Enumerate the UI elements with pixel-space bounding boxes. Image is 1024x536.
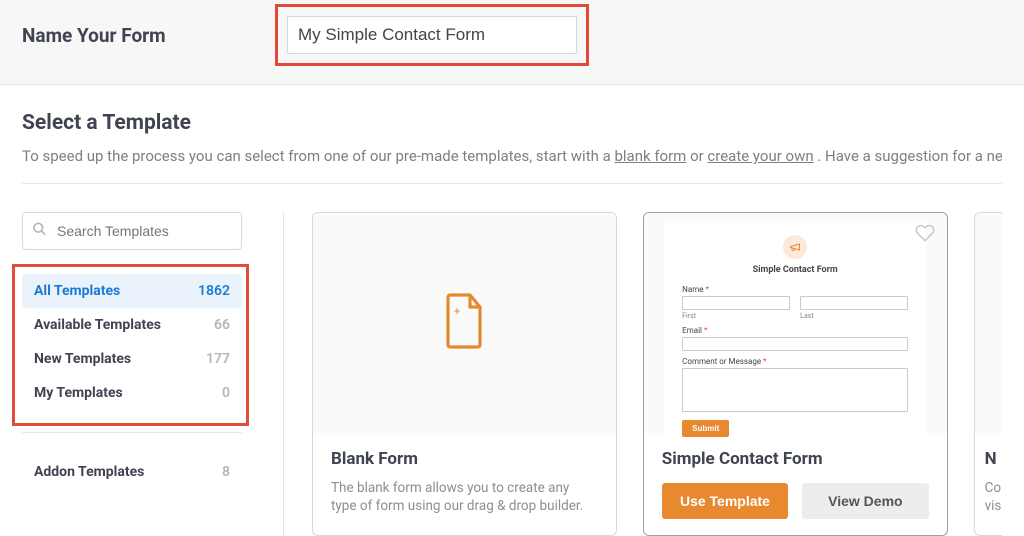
file-icon [440,291,488,355]
card-description: Co vis [985,479,998,515]
section-subtitle: To speed up the process you can select f… [22,147,1002,165]
heart-icon[interactable] [915,223,935,247]
section-title: Select a Template [22,111,1002,135]
category-label: Available Templates [34,317,161,333]
category-available-templates[interactable]: Available Templates 66 [22,308,242,342]
category-count: 177 [206,351,230,367]
template-card-blank[interactable]: + Blank Form The blank form allows you t… [312,212,617,536]
template-card-simple-contact[interactable]: Simple Contact Form Name * First Last Em… [643,212,948,536]
mini-caption-last: Last [800,312,908,320]
mini-form-title: Simple Contact Form [682,265,908,275]
mini-label-comment: Comment or Message * [682,357,908,366]
use-template-button[interactable]: Use Template [662,483,788,519]
category-count: 1862 [198,283,230,299]
subtitle-text-pre: To speed up the process you can select f… [22,147,614,165]
template-card-next[interactable]: N Co vis [974,212,1002,536]
card-title: Simple Contact Form [662,449,929,469]
name-form-label: Name Your Form [22,24,287,47]
form-name-input[interactable] [287,16,577,54]
mini-input-last [800,296,908,310]
file-icon-sparkle: + [454,305,460,318]
template-sidebar: All Templates 1862 Available Templates 6… [22,212,284,536]
mini-caption-first: First [682,312,790,320]
category-my-templates[interactable]: My Templates 0 [22,376,242,410]
card-title: N [985,449,998,469]
megaphone-icon [783,235,807,259]
category-count: 0 [222,385,230,401]
mini-form-preview: Simple Contact Form Name * First Last Em… [664,221,926,451]
mini-label-email: Email * [682,326,908,335]
template-preview: + [313,213,616,433]
view-demo-button[interactable]: View Demo [802,483,928,519]
subtitle-text-after: . Have a suggestion for a new template? [817,147,1002,165]
mini-textarea-comment [682,368,908,412]
mini-input-first [682,296,790,310]
mini-input-email [682,337,908,351]
template-preview [975,213,1002,433]
mini-label-name: Name * [682,285,908,294]
card-description: The blank form allows you to create any … [331,479,598,515]
category-label: New Templates [34,351,131,367]
create-your-own-link[interactable]: create your own [707,147,813,165]
category-count: 8 [222,464,230,480]
category-count: 66 [214,317,230,333]
category-label: Addon Templates [34,464,144,480]
template-preview: Simple Contact Form Name * First Last Em… [644,213,947,433]
template-gallery: + Blank Form The blank form allows you t… [284,212,1002,536]
sidebar-divider [22,432,242,433]
blank-form-link[interactable]: blank form [614,147,686,165]
category-group-main: All Templates 1862 Available Templates 6… [22,268,261,420]
mini-submit-button: Submit [682,420,729,437]
category-label: My Templates [34,385,123,401]
category-all-templates[interactable]: All Templates 1862 [22,274,242,308]
search-input[interactable] [22,212,242,250]
category-new-templates[interactable]: New Templates 177 [22,342,242,376]
subtitle-text-mid: or [690,147,707,165]
category-label: All Templates [34,283,120,299]
category-addon-templates[interactable]: Addon Templates 8 [22,455,242,489]
card-title: Blank Form [331,449,598,469]
